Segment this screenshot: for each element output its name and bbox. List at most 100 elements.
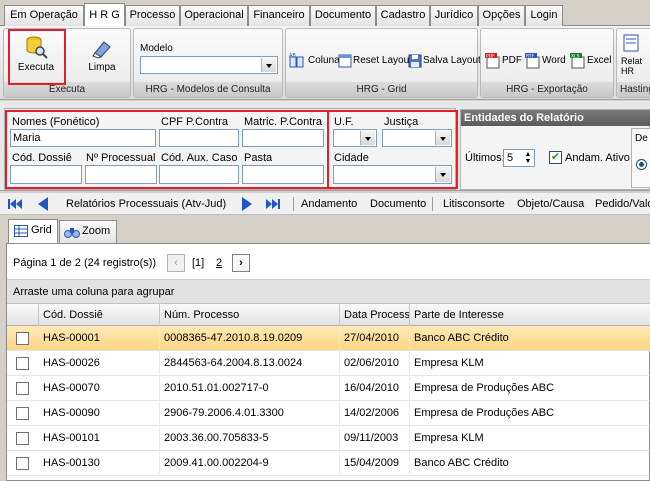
salva-layout-label: Salva Layout [423, 55, 481, 66]
cell-parte-interesse: Empresa de Produções ABC [410, 401, 650, 426]
cell-num-processo: 2844563-64.2004.8.13.0024 [160, 351, 340, 376]
tab-zoom[interactable]: Zoom [59, 220, 117, 243]
header-num-processo[interactable]: Núm. Processo [160, 304, 340, 326]
svg-text:PDF: PDF [486, 54, 495, 60]
nav-separator [432, 197, 433, 211]
row-checkbox[interactable] [16, 432, 29, 445]
nav-documento[interactable]: Documento [370, 198, 426, 210]
header-data-processo[interactable]: Data Process [340, 304, 410, 326]
tab-documento[interactable]: Documento [310, 5, 376, 26]
group-by-panel[interactable]: Arraste uma coluna para agrupar [7, 280, 650, 304]
cell-data-processo: 15/04/2009 [340, 451, 410, 476]
tab-cadastro[interactable]: Cadastro [376, 5, 430, 26]
entidades-panel: Entidades do Relatório Últimos: 5 ▲ ▼ ✔ An… [460, 109, 650, 190]
table-row[interactable]: HAS-00130 2009.41.00.002204-9 15/04/2009 Ba… [7, 451, 650, 476]
andam-ativo-label: Andam. Ativo [565, 152, 630, 164]
cell-num-processo: 2009.41.00.002204-9 [160, 451, 340, 476]
modelo-select[interactable] [140, 56, 278, 74]
data-grid: Página 1 de 2 (24 registro(s)) ‹ [1] 2 ›… [6, 243, 650, 481]
group-caption-modelos: HRG - Modelos de Consulta [134, 82, 282, 97]
header-parte-interesse[interactable]: Parte de Interesse [410, 304, 650, 326]
pdf-button[interactable]: PDF PDF [485, 49, 522, 73]
row-checkbox[interactable] [16, 457, 29, 470]
main-tab-bar: Em Operação H R G Processo Operacional F… [0, 0, 650, 27]
limpa-button[interactable]: Limpa [82, 39, 122, 73]
previous-icon[interactable] [38, 197, 48, 211]
chevron-right-icon: › [239, 257, 243, 269]
pdf-label: PDF [502, 55, 522, 66]
tab-grid[interactable]: Grid [8, 219, 58, 243]
word-button[interactable]: RTF Word [525, 49, 566, 73]
coluna-label: Coluna [308, 55, 340, 66]
reset-layout-button[interactable]: Reset Layout [338, 49, 412, 73]
save-icon [408, 54, 422, 68]
pdf-icon: PDF [485, 53, 500, 69]
pager: Página 1 de 2 (24 registro(s)) ‹ [1] 2 › [7, 244, 650, 280]
table-row[interactable]: HAS-00101 2003.36.00.705833-5 09/11/2003 Em… [7, 426, 650, 451]
ultimos-label: Últimos: [465, 152, 505, 164]
pager-page-2[interactable]: 2 [216, 257, 222, 269]
word-label: Word [542, 55, 566, 66]
pager-info: Página 1 de 2 (24 registro(s)) [13, 257, 157, 269]
row-checkbox[interactable] [16, 332, 29, 345]
andam-ativo-checkbox[interactable]: ✔ [549, 151, 562, 164]
cell-num-processo: 2010.51.01.002717-0 [160, 376, 340, 401]
cell-data-processo: 27/04/2010 [340, 326, 410, 351]
tab-login[interactable]: Login [525, 5, 563, 26]
nav-separator [293, 197, 294, 211]
first-page-icon[interactable] [8, 199, 22, 209]
highlight-executa [8, 29, 66, 85]
de-radio[interactable] [636, 159, 647, 170]
report-title: Relatórios Processuais (Atv-Jud) [66, 198, 227, 210]
nav-objeto-causa[interactable]: Objeto/Causa [517, 198, 584, 210]
grid-header: Cód. Dossiê Núm. Processo Data Process P… [7, 304, 650, 326]
nav-andamento[interactable]: Andamento [301, 198, 357, 210]
cell-data-processo: 16/04/2010 [340, 376, 410, 401]
spinner-arrows-icon[interactable]: ▲ ▼ [523, 151, 533, 165]
svg-text:RTF: RTF [526, 54, 535, 60]
header-cod-dossie[interactable]: Cód. Dossiê [39, 304, 160, 326]
reset-layout-label: Reset Layout [353, 55, 412, 66]
cell-data-processo: 09/11/2003 [340, 426, 410, 451]
nav-litisconsorte[interactable]: Litisconsorte [443, 198, 505, 210]
coluna-button[interactable]: AB Coluna [289, 49, 340, 73]
cell-num-processo: 0008365-47.2010.8.19.0209 [160, 326, 340, 351]
excel-label: Excel [587, 55, 612, 66]
excel-button[interactable]: XLS Excel [570, 49, 611, 73]
header-select[interactable] [7, 304, 39, 326]
salva-layout-button[interactable]: Salva Layout [408, 49, 481, 73]
cell-data-processo: 14/02/2006 [340, 401, 410, 426]
grid-icon [14, 225, 28, 237]
word-icon: RTF [525, 53, 540, 69]
table-row[interactable]: HAS-00026 2844563-64.2004.8.13.0024 02/06/… [7, 351, 650, 376]
cell-cod-dossie: HAS-00026 [39, 351, 160, 376]
check-icon: ✔ [550, 151, 561, 163]
group-exportacao: PDF PDF RTF Word XLS Excel HRG - Exporta… [480, 28, 614, 98]
row-checkbox[interactable] [16, 357, 29, 370]
highlight-filter-fields [5, 110, 329, 189]
next-icon[interactable] [242, 197, 252, 211]
tab-financeiro[interactable]: Financeiro [248, 5, 310, 26]
row-checkbox[interactable] [16, 407, 29, 420]
table-row[interactable]: HAS-00001 0008365-47.2010.8.19.0209 27/04/… [7, 326, 650, 351]
tab-operacional[interactable]: Operacional [180, 5, 248, 26]
table-row[interactable]: HAS-00090 2906-79.2006.4.01.3300 14/02/200… [7, 401, 650, 426]
pager-next-button[interactable]: › [232, 254, 250, 272]
pager-prev-button[interactable]: ‹ [167, 254, 185, 272]
nav-pedido-valor[interactable]: Pedido/Valo [595, 198, 650, 210]
tab-opcoes[interactable]: Opções [478, 5, 525, 26]
tab-processo[interactable]: Processo [125, 5, 180, 26]
chevron-down-icon [261, 58, 276, 72]
group-caption-exportacao: HRG - Exportação [481, 82, 613, 97]
tab-em-operacao[interactable]: Em Operação [4, 5, 84, 26]
row-checkbox[interactable] [16, 382, 29, 395]
tab-juridico[interactable]: Jurídico [430, 5, 478, 26]
cell-parte-interesse: Banco ABC Crédito [410, 451, 650, 476]
ultimos-spinner[interactable]: 5 ▲ ▼ [503, 149, 535, 167]
tab-grid-label: Grid [31, 224, 52, 236]
tab-hrg[interactable]: H R G [84, 3, 125, 27]
cell-parte-interesse: Banco ABC Crédito [410, 326, 650, 351]
last-page-icon[interactable] [266, 199, 280, 209]
relat-button[interactable]: Relat HR [621, 33, 650, 76]
table-row[interactable]: HAS-00070 2010.51.01.002717-0 16/04/2010 Em… [7, 376, 650, 401]
